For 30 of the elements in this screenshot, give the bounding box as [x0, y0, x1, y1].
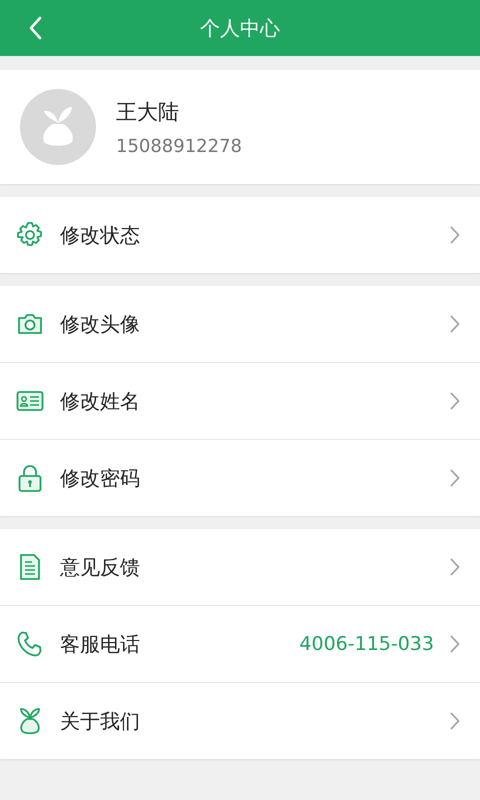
menu-item[interactable]: 客服电话 4006-115-033: [0, 606, 480, 683]
back-icon[interactable]: [28, 16, 42, 40]
menu-label: 客服电话: [60, 630, 141, 658]
chevron-icon: [450, 469, 460, 487]
hotline-number: 4006-115-033: [299, 633, 434, 655]
chevron-icon: [450, 635, 460, 653]
menu-label: 修改姓名: [60, 388, 141, 414]
menu-item[interactable]: 修改状态: [0, 197, 480, 273]
chevron-icon: [450, 226, 460, 244]
menu-label: 修改状态: [60, 222, 141, 248]
phone-icon: [16, 630, 44, 658]
settings-icon: [16, 221, 44, 249]
menu-label: 意见反馈: [60, 554, 141, 580]
menu-item[interactable]: 修改姓名: [0, 363, 480, 440]
chevron-icon: [450, 558, 460, 576]
menu-item[interactable]: 意见反馈: [0, 529, 480, 606]
chevron-icon: [450, 315, 460, 333]
menu-item[interactable]: 修改头像: [0, 286, 480, 363]
lock-icon: [16, 463, 44, 493]
chevron-icon: [450, 392, 460, 410]
menu-label: 修改密码: [60, 464, 141, 492]
menu-item[interactable]: 关于我们: [0, 683, 480, 759]
page-title: 个人中心: [200, 14, 280, 42]
avatar-icon: [20, 89, 96, 165]
phone-number: 15088912278: [116, 136, 242, 156]
user-name: 王大陆: [116, 98, 180, 126]
chevron-icon: [450, 712, 460, 730]
menu-label: 关于我们: [60, 708, 141, 734]
menu-item[interactable]: 修改密码: [0, 440, 480, 516]
menu-label: 修改头像: [60, 310, 141, 338]
